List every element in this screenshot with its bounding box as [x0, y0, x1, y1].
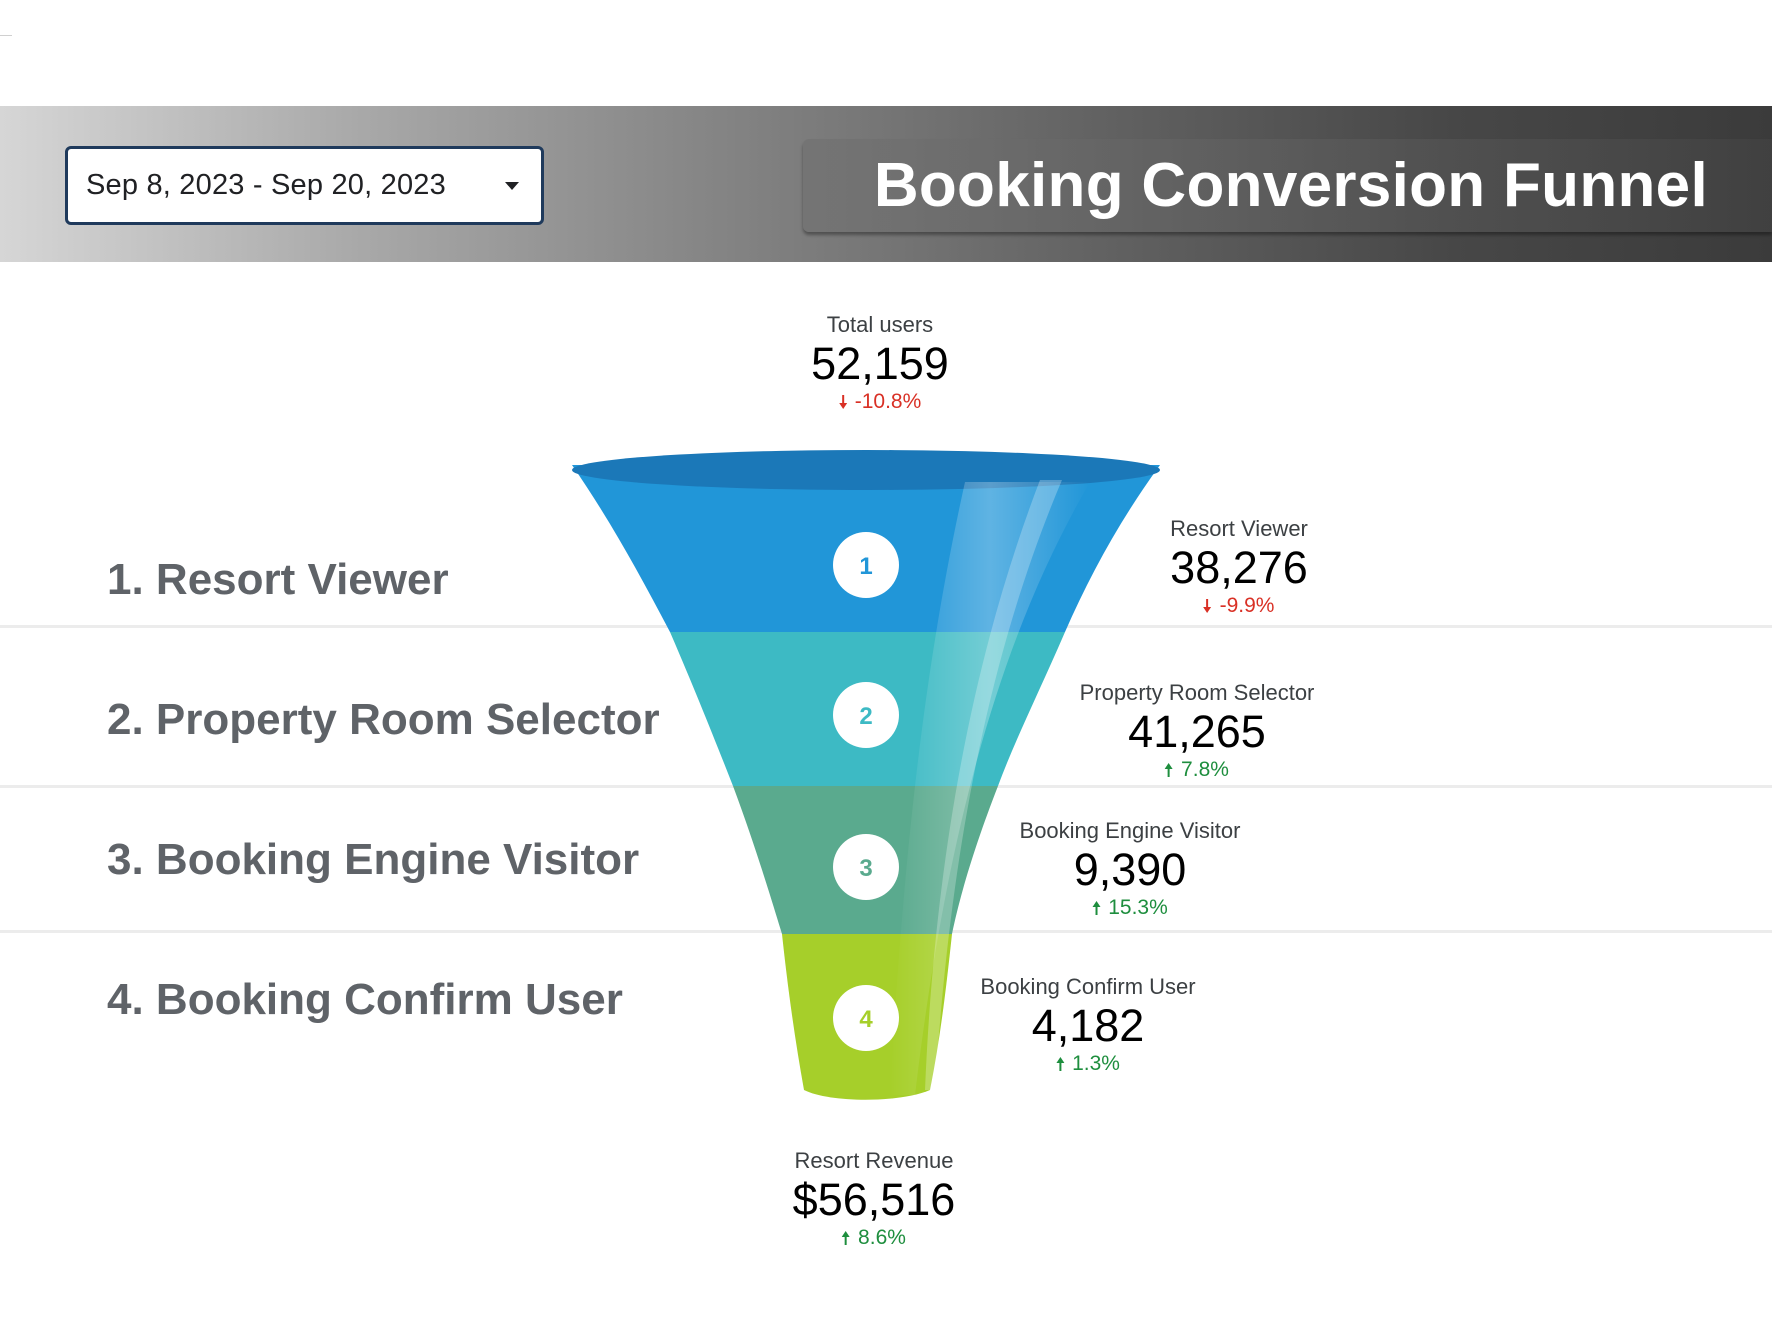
arrow-up-icon — [1165, 763, 1174, 777]
metric-delta-value: -9.9% — [1219, 594, 1275, 617]
metric-value: 41,265 — [1128, 706, 1266, 757]
metric-delta: 7.8% — [1165, 758, 1229, 782]
metric-value: 4,182 — [1031, 1000, 1145, 1051]
metric-delta: -9.9% — [1203, 594, 1275, 618]
metric-delta: 1.3% — [1056, 1052, 1120, 1076]
metric-resort-revenue[interactable]: Resort Revenue $56,516 8.6% — [793, 1148, 956, 1250]
metric-delta-value: 7.8% — [1181, 758, 1229, 781]
stage-badge-3: 3 — [833, 834, 899, 900]
stage-badge-4: 4 — [833, 985, 899, 1051]
metric-delta: 15.3% — [1092, 896, 1168, 920]
stage-badge-3-number: 3 — [859, 855, 872, 882]
metric-resort-viewer[interactable]: Resort Viewer 38,276 -9.9% — [1170, 516, 1308, 618]
metric-booking-confirm-user[interactable]: Booking Confirm User 4,182 1.3% — [980, 974, 1195, 1076]
metric-label: Resort Revenue — [794, 1148, 954, 1173]
metric-delta: 8.6% — [842, 1226, 906, 1250]
arrow-down-icon — [838, 395, 847, 409]
funnel-graphic: 1 2 3 4 — [572, 450, 1160, 1100]
metric-delta-value: 1.3% — [1072, 1052, 1120, 1075]
metric-delta-value: 8.6% — [858, 1226, 906, 1249]
metric-label: Total users — [826, 312, 934, 337]
metric-label: Property Room Selector — [1079, 680, 1315, 705]
metric-label: Resort Viewer — [1170, 516, 1308, 541]
stage-badge-2: 2 — [833, 682, 899, 748]
metric-delta-value: 15.3% — [1108, 896, 1168, 919]
arrow-up-icon — [842, 1231, 851, 1245]
stage-badge-2-number: 2 — [859, 703, 872, 730]
arrow-down-icon — [1203, 599, 1212, 613]
metric-label: Booking Confirm User — [980, 974, 1196, 999]
stage-badge-4-number: 4 — [859, 1006, 873, 1033]
metric-value: 9,390 — [1073, 844, 1187, 895]
metric-booking-engine-visitor[interactable]: Booking Engine Visitor 9,390 15.3% — [1020, 818, 1241, 920]
metric-value: 38,276 — [1170, 542, 1308, 593]
metric-total-users[interactable]: Total users 52,159 -10.8% — [811, 312, 949, 414]
arrow-up-icon — [1056, 1057, 1065, 1071]
stage-badge-1-number: 1 — [859, 553, 872, 580]
metric-property-room-selector[interactable]: Property Room Selector 41,265 7.8% — [1080, 680, 1315, 782]
metric-label: Booking Engine Visitor — [1019, 818, 1241, 843]
stage-badge-1: 1 — [833, 532, 899, 598]
metric-value: $56,516 — [792, 1174, 956, 1225]
metric-delta-value: -10.8% — [854, 390, 922, 413]
arrow-up-icon — [1092, 901, 1101, 915]
metric-delta: -10.8% — [838, 390, 922, 414]
metric-value: 52,159 — [811, 338, 949, 389]
